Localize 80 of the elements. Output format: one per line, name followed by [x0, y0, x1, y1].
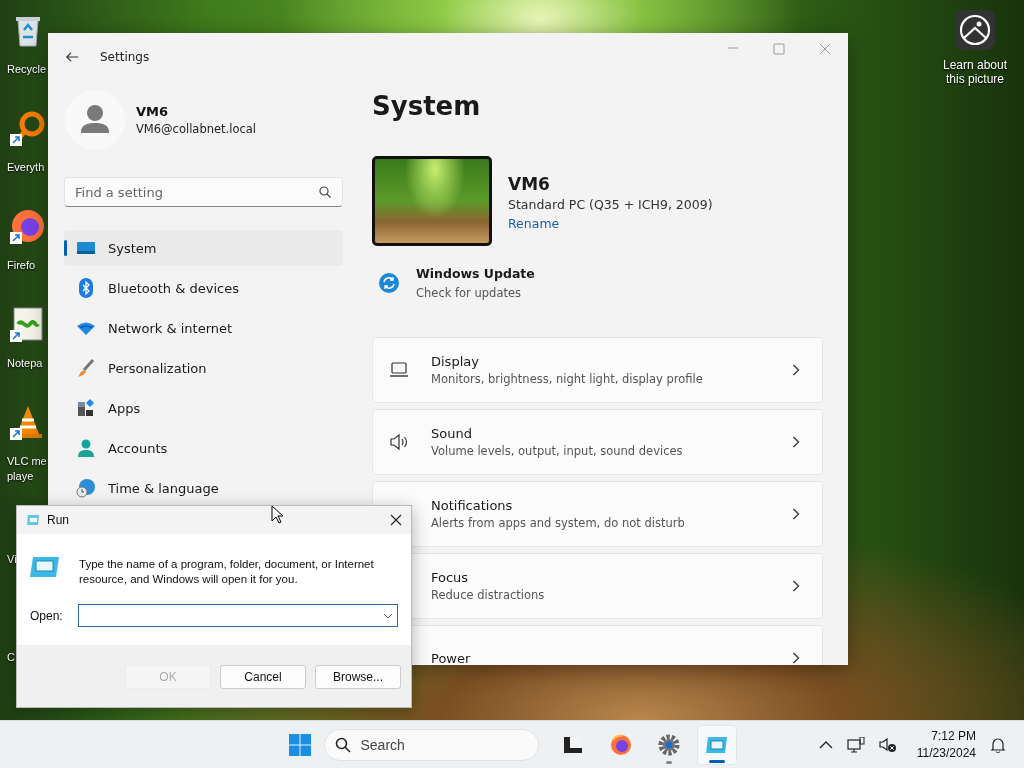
chevron-down-icon[interactable] — [383, 613, 393, 619]
brush-icon — [76, 358, 96, 378]
update-title[interactable]: Windows Update — [416, 266, 535, 281]
clock[interactable]: 7:12 PM 11/23/2024 — [916, 727, 976, 762]
apps-icon — [76, 398, 96, 418]
nav-item[interactable]: System — [64, 230, 343, 266]
dialog-button[interactable]: Browse... — [315, 665, 401, 689]
chevron-right-icon — [792, 364, 800, 376]
search-icon[interactable] — [334, 736, 351, 753]
laptop-icon — [389, 360, 409, 380]
globe-clock-icon — [76, 478, 96, 498]
nav-item[interactable]: Network & internet — [64, 310, 343, 346]
avatar-icon — [65, 90, 125, 150]
desktop-icon-label[interactable]: Notepa — [7, 356, 43, 371]
dialog-button[interactable]: Cancel — [220, 665, 306, 689]
browser-icon[interactable] — [10, 208, 46, 244]
card-description: Monitors, brightness, night light, display profile — [431, 372, 704, 386]
dialog-title: Run — [47, 513, 69, 527]
desktop-icon-label[interactable]: Vi — [7, 552, 17, 567]
desktop-icon-label[interactable]: Everyth — [7, 160, 45, 175]
bell-icon[interactable] — [990, 736, 1006, 753]
taskbar-search[interactable]: Search — [323, 728, 539, 761]
desktop-icon-label[interactable]: C — [7, 650, 15, 665]
card-description: Reduce distractions — [431, 588, 546, 602]
search-field[interactable]: Find a setting — [64, 177, 343, 207]
window-title: Settings — [100, 50, 150, 64]
page-title: System — [372, 91, 482, 123]
update-status: Check for updates — [416, 286, 522, 300]
magnifier-icon[interactable] — [10, 110, 46, 146]
landscape-icon[interactable] — [955, 10, 995, 50]
person-icon — [76, 438, 96, 458]
open-combobox[interactable] — [78, 604, 398, 627]
windows-logo-icon[interactable] — [287, 732, 312, 757]
close-icon[interactable] — [390, 514, 402, 526]
settings-card[interactable]: Sound Volume levels, output, input, sound devices — [372, 409, 823, 475]
desktop-icon-label[interactable]: VLC me playe — [7, 454, 47, 484]
chevron-up-icon[interactable] — [818, 740, 833, 749]
run-icon — [26, 514, 40, 526]
clock-time: 7:12 PM — [930, 727, 976, 745]
bluetooth-icon — [76, 278, 96, 298]
card-title: Notifications — [431, 498, 514, 513]
card-description: Volume levels, output, input, sound devices — [431, 444, 684, 458]
settings-card[interactable]: Notifications Alerts from apps and system, do not disturb — [372, 481, 823, 547]
speaker-muted-icon[interactable] — [878, 736, 897, 753]
device-model: Standard PC (Q35 + ICH9, 2009) — [508, 197, 713, 212]
network-icon[interactable] — [846, 736, 865, 753]
nav-item[interactable]: Bluetooth & devices — [64, 270, 343, 306]
chevron-right-icon — [792, 652, 800, 664]
card-title: Focus — [431, 570, 470, 585]
gear-icon — [656, 732, 681, 757]
card-title: Sound — [431, 426, 473, 441]
speaker-icon — [389, 432, 409, 452]
nav-item[interactable]: Apps — [64, 390, 343, 426]
card-title: Display — [431, 354, 480, 369]
sync-icon[interactable] — [379, 273, 399, 293]
nav-item[interactable]: Accounts — [64, 430, 343, 466]
open-label: Open: — [30, 608, 64, 623]
user-email: VM6@collabnet.local — [136, 122, 257, 136]
chevron-right-icon — [792, 508, 800, 520]
learn-more-label[interactable]: Learn about this picture — [932, 58, 1018, 86]
desktop-icon-label[interactable]: Recycle — [7, 62, 47, 77]
chevron-right-icon — [792, 436, 800, 448]
clock-date: 11/23/2024 — [916, 744, 976, 762]
nav-item[interactable]: Time & language — [64, 470, 343, 506]
dialog-description: Type the name of a program, folder, document, or Internet resource, and Windows will open it for you. — [79, 557, 375, 587]
rename-link[interactable]: Rename — [508, 216, 560, 231]
card-description: Alerts from apps and system, do not disturb — [431, 516, 686, 530]
search-icon[interactable] — [319, 186, 331, 198]
desktop-icon-label[interactable]: Firefo — [7, 258, 36, 273]
wallpaper-thumbnail[interactable] — [372, 156, 492, 246]
user-name: VM6 — [136, 104, 170, 119]
chevron-right-icon — [792, 580, 800, 592]
browser-icon — [608, 732, 633, 757]
nav-item[interactable]: Personalization — [64, 350, 343, 386]
device-name: VM6 — [508, 174, 551, 194]
run-icon — [30, 556, 60, 578]
card-title: Power — [431, 650, 472, 665]
notepad-icon[interactable] — [10, 306, 46, 342]
back-arrow-icon[interactable] — [65, 50, 79, 64]
settings-card[interactable]: Display Monitors, brightness, night light, display profile — [372, 337, 823, 403]
